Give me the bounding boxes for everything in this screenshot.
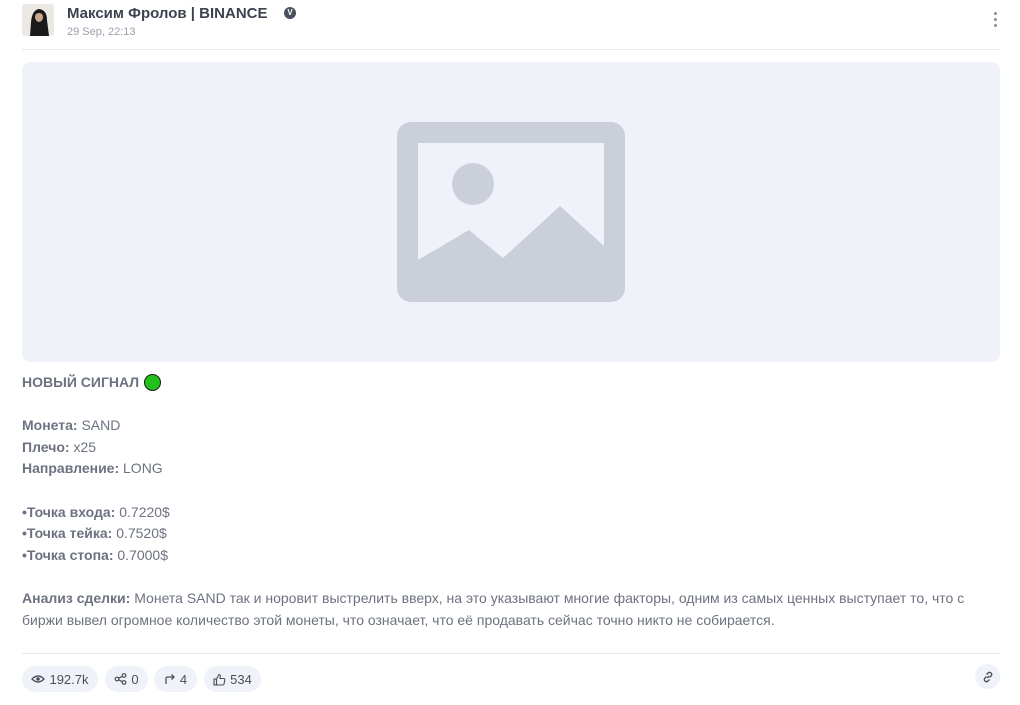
footer-divider	[22, 653, 1000, 654]
leverage-label: Плечо:	[22, 438, 70, 455]
image-placeholder-icon	[397, 122, 625, 302]
post-date: 29 Sep, 22:13	[67, 26, 136, 38]
forward-arrow-icon	[165, 674, 175, 684]
analysis-text: Монета SAND так и норовит выстрелить вве…	[22, 590, 965, 628]
direction-label: Направление:	[22, 460, 120, 476]
views-count: 192.7k	[49, 671, 89, 687]
kebab-menu-icon[interactable]	[990, 12, 1000, 30]
signal-title-text: НОВЫЙ СИГНАЛ	[22, 373, 140, 390]
coin-line: Монета: SAND	[22, 415, 1000, 437]
green-circle-icon	[144, 374, 162, 391]
thumbs-up-icon	[213, 673, 226, 686]
entry-line: •Точка входа: 0.7220$	[22, 502, 1000, 524]
share-button[interactable]: 0	[105, 666, 148, 692]
like-button[interactable]: 534	[204, 666, 261, 692]
direction-value: LONG	[123, 460, 163, 476]
avatar[interactable]	[22, 4, 54, 36]
take-line: •Точка тейка: 0.7520$	[22, 523, 1000, 545]
views-counter[interactable]: 192.7k	[22, 666, 98, 692]
author-name[interactable]: Максим Фролов | BINANCE	[67, 5, 268, 22]
take-value: 0.7520$	[116, 525, 167, 541]
entry-label: •Точка входа:	[22, 503, 116, 520]
direction-line: Направление: LONG	[22, 458, 1000, 480]
share-icon	[114, 673, 127, 685]
post-header: Максим Фролов | BINANCE V 29 Sep, 22:13	[22, 4, 1000, 50]
analysis-paragraph: Анализ сделки: Монета SAND так и норовит…	[22, 588, 1000, 631]
post-image-placeholder[interactable]	[22, 62, 1000, 362]
stop-label: •Точка стопа:	[22, 546, 114, 563]
leverage-line: Плечо: x25	[22, 437, 1000, 459]
analysis-label: Анализ сделки:	[22, 590, 131, 606]
signal-title: НОВЫЙ СИГНАЛ	[22, 372, 1000, 393]
coin-value: SAND	[81, 417, 121, 433]
leverage-value: x25	[73, 438, 97, 455]
copy-link-button[interactable]	[975, 664, 1000, 689]
stop-line: •Точка стопа: 0.7000$	[22, 545, 1000, 567]
take-label: •Точка тейка:	[22, 525, 113, 541]
post-body: НОВЫЙ СИГНАЛ Монета: SAND Плечо: x25 Нап…	[22, 372, 1000, 631]
verified-badge-icon: V	[284, 7, 296, 19]
coin-label: Монета:	[22, 417, 78, 433]
repost-button[interactable]: 4	[154, 666, 197, 692]
shares-count: 0	[131, 671, 139, 687]
eye-icon	[31, 675, 46, 683]
likes-count: 534	[230, 671, 252, 687]
stop-value: 0.7000$	[117, 546, 168, 563]
entry-value: 0.7220$	[119, 503, 170, 520]
reposts-count: 4	[179, 671, 188, 687]
link-icon	[983, 671, 992, 682]
